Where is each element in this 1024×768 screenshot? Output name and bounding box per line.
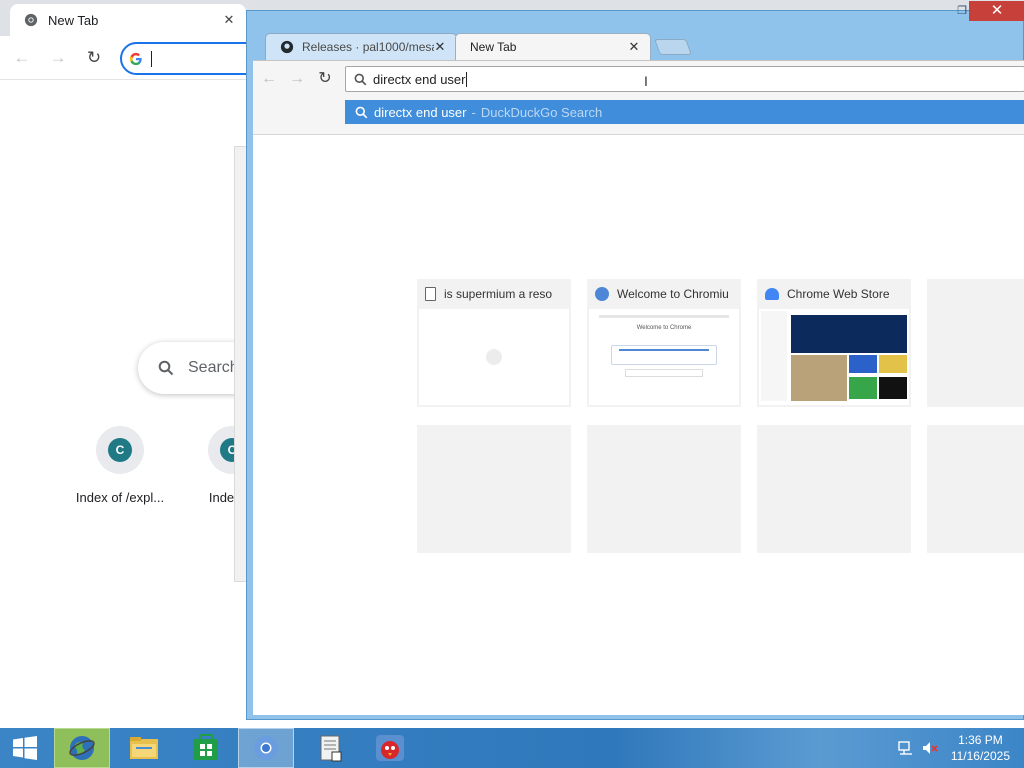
preview-welcome-text: Welcome to Chrome: [636, 325, 692, 331]
tab-title: New Tab: [470, 40, 517, 54]
tile-title: Chrome Web Store: [787, 287, 890, 301]
tile-title: is supermium a reso: [444, 287, 553, 301]
text-caret: [465, 71, 467, 87]
chromium-icon: [595, 287, 609, 301]
google-g-icon: [129, 52, 142, 65]
search-icon: [355, 106, 368, 118]
taskbar: 1:36 PM 11/16/2025: [0, 728, 1024, 768]
tab-title: Releases · pal1000/mesa: [302, 40, 434, 54]
system-clock[interactable]: 1:36 PM 11/16/2025: [951, 732, 1010, 764]
shortcut-tile[interactable]: C Index of /expl...: [64, 426, 176, 505]
volume-muted-icon[interactable]: [922, 740, 938, 756]
taskbar-file-explorer[interactable]: [116, 728, 172, 768]
tile-preview: [419, 309, 569, 405]
webstore-icon: [765, 288, 779, 300]
foreground-toolbar: ← → ↻ directx end user I: [253, 60, 1024, 97]
taskbar-globe-app[interactable]: [54, 728, 110, 768]
empty-tile: [927, 425, 1024, 553]
angry-bird-icon: [376, 735, 404, 761]
empty-tile: [417, 425, 571, 553]
reload-icon[interactable]: ↻: [82, 46, 106, 70]
window-close-button[interactable]: ✕: [969, 1, 1024, 21]
loading-spinner-icon: [486, 349, 502, 365]
suggestion-separator: -: [471, 104, 476, 120]
search-icon: [158, 360, 174, 376]
empty-tile: [757, 425, 911, 553]
taskbar-chromium[interactable]: [238, 728, 294, 768]
clock-time: 1:36 PM: [958, 733, 1003, 747]
folder-icon: [130, 737, 158, 759]
suggestion-item[interactable]: directx end user - DuckDuckGo Search: [345, 100, 1024, 124]
network-icon[interactable]: [898, 740, 914, 756]
empty-tile: [587, 425, 741, 553]
store-icon: [194, 734, 218, 760]
document-stack-icon: [320, 735, 342, 762]
text-caret: [151, 50, 152, 67]
search-icon: [354, 73, 367, 85]
address-bar[interactable]: directx end user I: [345, 66, 1024, 92]
forward-arrow-icon[interactable]: →: [46, 46, 70, 70]
new-tab-button[interactable]: [654, 39, 692, 55]
suggestion-query: directx end user: [374, 104, 467, 120]
forward-arrow-icon[interactable]: →: [287, 69, 307, 89]
chromium-icon: [254, 736, 278, 760]
back-arrow-icon[interactable]: ←: [10, 46, 34, 70]
shortcut-label: Index of /expl...: [75, 490, 165, 505]
tile-title: Welcome to Chromiu: [617, 287, 729, 301]
address-bar-text: directx end user: [373, 71, 466, 87]
taskbar-game-app[interactable]: [362, 728, 418, 768]
taskbar-document-app[interactable]: [302, 728, 358, 768]
close-icon[interactable]: ✕: [628, 39, 640, 55]
most-visited-tile[interactable]: is supermium a reso: [417, 279, 571, 407]
foreground-browser-window: ❐ ✕ Releases · pal1000/mesa ✕ New Tab ✕ …: [246, 1, 1024, 720]
background-tab-new-tab[interactable]: New Tab ✕: [10, 4, 246, 36]
minimize-button[interactable]: [887, 3, 915, 19]
tab-releases[interactable]: Releases · pal1000/mesa ✕: [265, 33, 457, 60]
tile-preview: Welcome to Chrome: [589, 309, 739, 405]
omnibox-suggestions: directx end user - DuckDuckGo Search: [253, 97, 1024, 135]
windows-logo-icon: [13, 736, 37, 760]
new-tab-page: is supermium a reso Welcome to Chromiu W…: [253, 135, 1024, 715]
chrome-icon: [24, 13, 38, 27]
back-arrow-icon[interactable]: ←: [259, 69, 279, 89]
taskbar-store[interactable]: [178, 728, 234, 768]
tile-preview: [759, 309, 909, 405]
shortcut-icon: C: [96, 426, 144, 474]
most-visited-tile[interactable]: [927, 279, 1024, 407]
suggestion-engine: DuckDuckGo Search: [480, 104, 603, 120]
background-tab-title: New Tab: [48, 12, 99, 28]
search-placeholder: Search: [188, 359, 239, 376]
globe-icon: [69, 736, 95, 760]
close-icon[interactable]: ✕: [434, 39, 446, 55]
tab-new-tab[interactable]: New Tab ✕: [455, 33, 651, 60]
reload-icon[interactable]: ↻: [315, 69, 335, 89]
ibeam-cursor-icon: I: [644, 73, 648, 89]
most-visited-tile[interactable]: Chrome Web Store: [757, 279, 911, 407]
clock-date: 11/16/2025: [950, 749, 1010, 763]
document-icon: [425, 287, 436, 301]
close-icon[interactable]: ✕: [222, 12, 236, 28]
most-visited-tile[interactable]: Welcome to Chromiu Welcome to Chrome: [587, 279, 741, 407]
github-icon: [280, 40, 294, 54]
start-button[interactable]: [0, 728, 50, 768]
